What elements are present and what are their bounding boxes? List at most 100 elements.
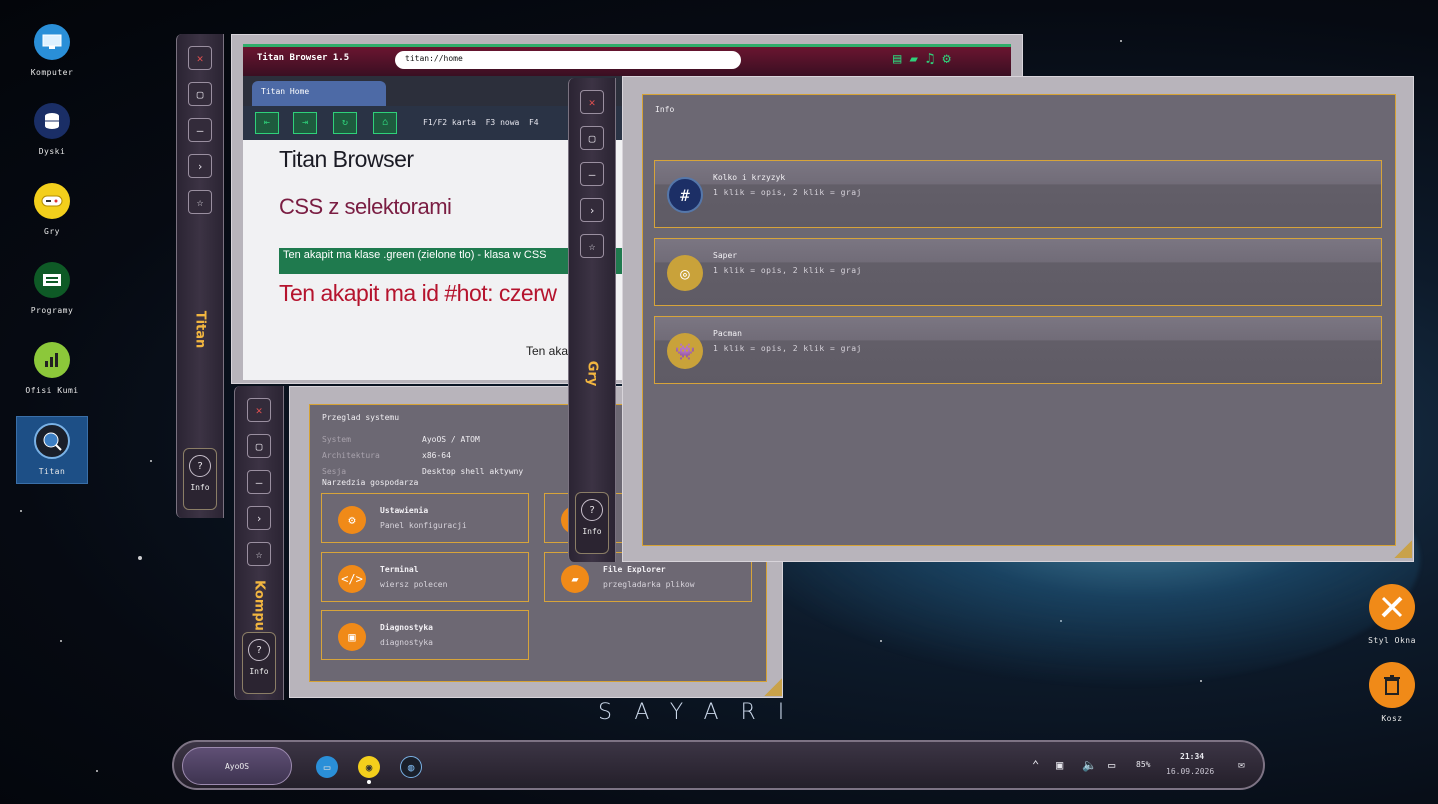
tool-desc: wiersz polecen (380, 580, 448, 589)
maximize-button[interactable]: ▢ (188, 82, 212, 106)
desktop-icon-label: Ofisi Kumi (25, 386, 79, 395)
row-value: AyoOS / ATOM (422, 435, 480, 444)
desktop-icon-label: Komputer (30, 68, 74, 77)
desktop-icon-ofisi-kumi[interactable]: Ofisi Kumi (16, 342, 88, 395)
game-item-saper[interactable]: ◎ Saper 1 klik = opis, 2 klik = graj (654, 238, 1382, 306)
close-button[interactable]: ✕ (580, 90, 604, 114)
tool-title: Diagnostyka (380, 623, 433, 632)
game-desc: 1 klik = opis, 2 klik = graj (713, 188, 862, 197)
network-icon[interactable]: ▣ (1056, 758, 1063, 772)
favorite-star-button[interactable]: ☆ (247, 542, 271, 566)
browser-titlebar: Titan Browser 1.5 titan://home ▤▰♫⚙ (243, 44, 1011, 76)
chip-icon: ▣ (338, 623, 366, 651)
music-icon[interactable]: ♫ (926, 51, 942, 67)
info-button[interactable]: ? Info (242, 632, 276, 694)
settings-gear-icon[interactable]: ⚙ (942, 51, 958, 67)
tool-diagnostyka[interactable]: ▣ Diagnostyka diagnostyka (321, 610, 529, 660)
info-icon: ? (248, 639, 270, 661)
maximize-button[interactable]: ▢ (580, 126, 604, 150)
minimize-button[interactable]: — (188, 118, 212, 142)
games-heading: Info (655, 105, 675, 114)
window-rail-title: Titan (192, 310, 208, 349)
maximize-button[interactable]: ▢ (247, 434, 271, 458)
next-button[interactable]: › (247, 506, 271, 530)
home-icon[interactable]: ⌂ (373, 112, 397, 134)
invader-icon: 👾 (667, 333, 703, 369)
desktop-icon-dyski[interactable]: Dyski (16, 103, 88, 156)
info-label: Info (249, 667, 269, 676)
taskbar-computer-icon[interactable]: ▭ (316, 756, 338, 778)
desktop-icon-styl-okna[interactable]: Styl Okna (1356, 584, 1428, 645)
programs-icon (34, 262, 70, 298)
row-value: x86-64 (422, 451, 451, 460)
computer-icon (34, 24, 70, 60)
notification-icon[interactable]: ✉ (1238, 758, 1245, 771)
forward-icon[interactable]: ⇥ (293, 112, 317, 134)
tool-terminal[interactable]: </> Terminal wiersz polecen (321, 552, 529, 602)
desktop-icon-programy[interactable]: Programy (16, 262, 88, 315)
info-button[interactable]: ? Info (183, 448, 217, 510)
info-button[interactable]: ? Info (575, 492, 609, 554)
game-title: Kolko i krzyzyk (713, 173, 786, 182)
chevron-up-icon[interactable]: ⌃ (1032, 758, 1039, 772)
disk-icon (34, 103, 70, 139)
game-item-kolko-i-krzyzyk[interactable]: # Kolko i krzyzyk 1 klik = opis, 2 klik … (654, 160, 1382, 228)
tool-title: File Explorer (603, 565, 666, 574)
row-key: Architektura (322, 451, 380, 460)
target-icon: ◎ (667, 255, 703, 291)
tool-title: Ustawienia (380, 506, 429, 515)
address-bar[interactable]: titan://home (395, 51, 741, 69)
page-subheading: CSS z selektorami (279, 194, 452, 219)
close-button[interactable]: ✕ (247, 398, 271, 422)
back-icon[interactable]: ⇤ (255, 112, 279, 134)
desktop-icon-label: Kosz (1381, 714, 1403, 723)
desktop-icon-komputer[interactable]: Komputer (16, 24, 88, 77)
clock-time: 21:34 (1180, 752, 1205, 761)
desktop-icon-gry[interactable]: Gry (16, 183, 88, 236)
bookmarks-icon[interactable]: ▤ (893, 51, 909, 67)
games-window-rail: ✕ ▢ — › ☆ Gry ? Info (568, 78, 616, 562)
game-desc: 1 klik = opis, 2 klik = graj (713, 266, 862, 275)
info-icon: ? (189, 455, 211, 477)
minimize-button[interactable]: — (580, 162, 604, 186)
taskbar-titan-icon[interactable]: ◍ (400, 756, 422, 778)
system-row: System AyoOS / ATOM (322, 435, 480, 444)
resize-handle[interactable] (764, 678, 782, 696)
clock-date: 16.09.2026 (1166, 767, 1215, 776)
battery-level: 85% (1136, 760, 1151, 769)
tool-desc: Panel konfiguracji (380, 521, 467, 530)
titan-icon (34, 423, 70, 459)
tab-titan-home[interactable]: Titan Home (252, 81, 386, 106)
taskbar-gamepad-icon[interactable]: ◉ (358, 756, 380, 778)
close-button[interactable]: ✕ (188, 46, 212, 70)
info-label: Info (582, 527, 602, 536)
row-key: Sesja (322, 467, 347, 476)
next-button[interactable]: › (580, 198, 604, 222)
desktop-icon-kosz[interactable]: Kosz (1356, 662, 1428, 723)
tools-heading: Narzedzia gospodarza (322, 478, 419, 487)
window-rail-title: Kompu (251, 580, 267, 631)
tool-desc: przegladarka plikow (603, 580, 695, 589)
resize-handle[interactable] (1394, 540, 1412, 558)
system-heading: Przeglad systemu (322, 413, 400, 422)
reload-icon[interactable]: ↻ (333, 112, 357, 134)
hot-paragraph: Ten akapit ma id #hot: czerw (279, 280, 557, 306)
favorite-star-button[interactable]: ☆ (188, 190, 212, 214)
start-button[interactable]: AyoOS (182, 747, 292, 785)
game-desc: 1 klik = opis, 2 klik = graj (713, 344, 862, 353)
active-indicator (367, 780, 371, 784)
row-key: System (322, 435, 351, 444)
folder-icon[interactable]: ▰ (909, 51, 925, 67)
browser-window-rail: ✕ ▢ — › ☆ Titan ? Info (176, 34, 224, 518)
desktop-icon-titan[interactable]: Titan (16, 416, 88, 484)
next-button[interactable]: › (188, 154, 212, 178)
game-item-pacman[interactable]: 👾 Pacman 1 klik = opis, 2 klik = graj (654, 316, 1382, 384)
desktop-icon-label: Styl Okna (1368, 636, 1416, 645)
battery-icon[interactable]: ▭ (1108, 758, 1115, 772)
favorite-star-button[interactable]: ☆ (580, 234, 604, 258)
terminal-icon: </> (338, 565, 366, 593)
tool-ustawienia[interactable]: ⚙ Ustawienia Panel konfiguracji (321, 493, 529, 543)
volume-icon[interactable]: 🔈 (1082, 758, 1097, 772)
browser-title: Titan Browser 1.5 (257, 53, 350, 63)
minimize-button[interactable]: — (247, 470, 271, 494)
